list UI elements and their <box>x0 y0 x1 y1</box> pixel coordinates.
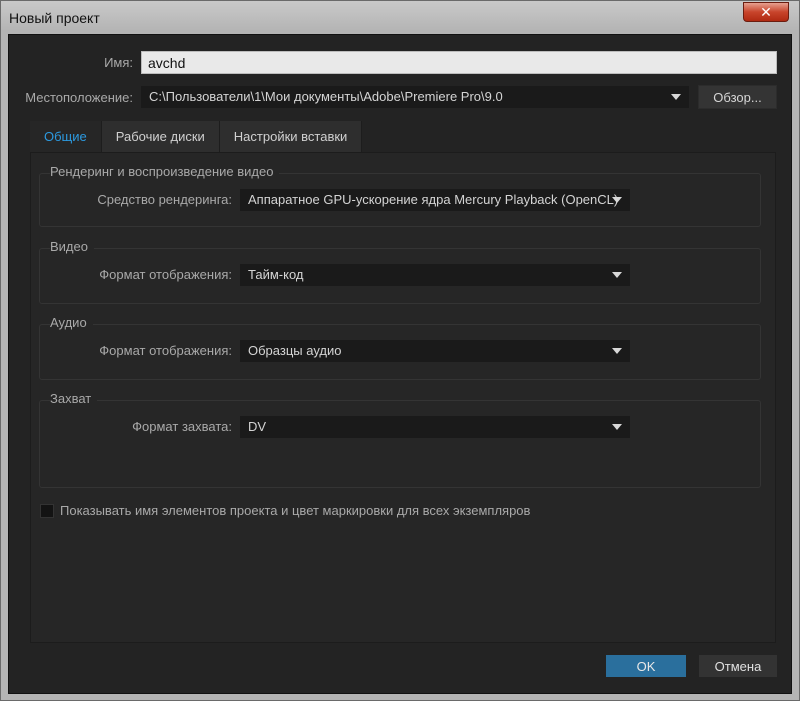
close-button[interactable]: ✕ <box>743 2 789 22</box>
audio-display-format-label: Формат отображения: <box>99 343 232 358</box>
video-display-format-label: Формат отображения: <box>99 267 232 282</box>
video-display-format-dropdown[interactable]: Тайм-код <box>240 264 630 286</box>
new-project-dialog: Новый проект ✕ Имя: Местоположение: C:\П… <box>0 0 800 701</box>
capture-format-value: DV <box>248 419 267 434</box>
chevron-down-icon <box>612 197 622 203</box>
chevron-down-icon <box>612 348 622 354</box>
chevron-down-icon <box>612 424 622 430</box>
audio-group-title: Аудио <box>50 315 93 330</box>
capture-group: Захват Формат захвата: DV <box>39 391 761 488</box>
show-project-item-name-label[interactable]: Показывать имя элементов проекта и цвет … <box>60 503 530 518</box>
video-display-format-value: Тайм-код <box>248 267 304 282</box>
capture-group-title: Захват <box>50 391 98 406</box>
browse-button[interactable]: Обзор... <box>698 85 777 109</box>
tab-general[interactable]: Общие <box>30 121 102 152</box>
tab-ingest-settings[interactable]: Настройки вставки <box>219 121 363 152</box>
renderer-label: Средство рендеринга: <box>97 192 232 207</box>
window-title: Новый проект <box>9 10 100 26</box>
render-group-title: Рендеринг и воспроизведение видео <box>50 164 280 179</box>
audio-display-format-dropdown[interactable]: Образцы аудио <box>240 340 630 362</box>
title-bar[interactable]: Новый проект ✕ <box>1 1 799 35</box>
render-group: Рендеринг и воспроизведение видео Средст… <box>39 164 761 227</box>
audio-display-format-value: Образцы аудио <box>248 343 342 358</box>
dialog-body: Имя: Местоположение: C:\Пользователи\1\М… <box>8 34 792 694</box>
cancel-button[interactable]: Отмена <box>699 655 777 677</box>
ok-button[interactable]: OK <box>606 655 686 677</box>
tab-scratch-disks[interactable]: Рабочие диски <box>101 121 220 152</box>
renderer-dropdown[interactable]: Аппаратное GPU-ускорение ядра Mercury Pl… <box>240 189 630 211</box>
project-name-input[interactable] <box>141 51 777 74</box>
capture-format-dropdown[interactable]: DV <box>240 416 630 438</box>
close-icon: ✕ <box>760 3 772 20</box>
location-label: Местоположение: <box>25 90 133 105</box>
capture-format-label: Формат захвата: <box>132 419 232 434</box>
location-dropdown[interactable]: C:\Пользователи\1\Мои документы\Adobe\Pr… <box>141 86 689 108</box>
chevron-down-icon <box>612 272 622 278</box>
chevron-down-icon <box>671 94 681 100</box>
show-project-item-name-checkbox[interactable] <box>40 504 54 518</box>
general-tab-panel: Рендеринг и воспроизведение видео Средст… <box>30 152 776 643</box>
name-label: Имя: <box>104 55 133 70</box>
renderer-value: Аппаратное GPU-ускорение ядра Mercury Pl… <box>248 192 619 207</box>
video-group-title: Видео <box>50 239 94 254</box>
video-group: Видео Формат отображения: Тайм-код <box>39 239 761 304</box>
location-value: C:\Пользователи\1\Мои документы\Adobe\Pr… <box>149 89 503 104</box>
tab-bar: Общие Рабочие диски Настройки вставки <box>30 121 363 152</box>
audio-group: Аудио Формат отображения: Образцы аудио <box>39 315 761 380</box>
